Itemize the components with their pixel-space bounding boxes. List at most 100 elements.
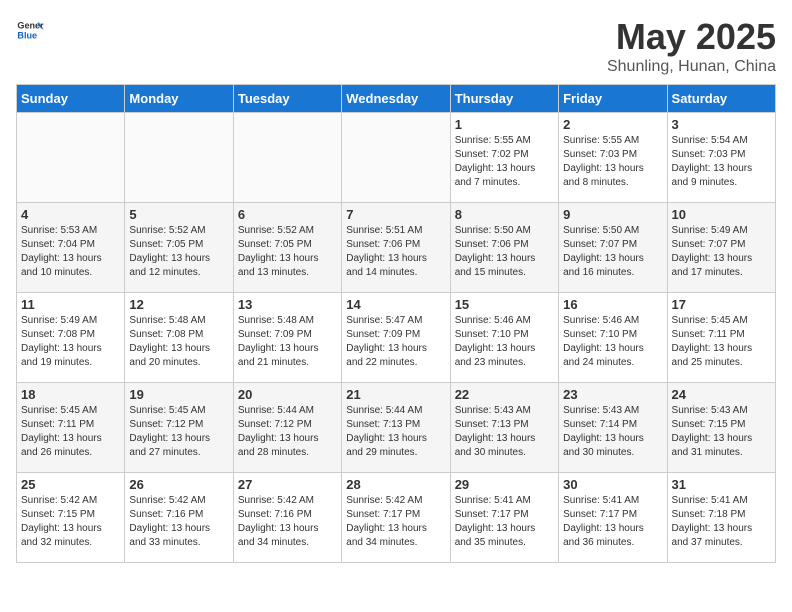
day-number: 5 [129, 207, 228, 222]
day-number: 4 [21, 207, 120, 222]
day-info: Sunrise: 5:50 AM Sunset: 7:06 PM Dayligh… [455, 224, 554, 280]
calendar-day-cell: 25 Sunrise: 5:42 AM Sunset: 7:15 PM Dayli… [17, 473, 125, 563]
calendar-day-cell [17, 113, 125, 203]
calendar-header: General Blue May 2025 Shunling, Hunan, C… [16, 16, 776, 76]
day-number: 25 [21, 477, 120, 492]
day-info: Sunrise: 5:41 AM Sunset: 7:17 PM Dayligh… [455, 494, 554, 550]
calendar-day-cell: 3 Sunrise: 5:54 AM Sunset: 7:03 PM Daylig… [667, 113, 775, 203]
day-number: 31 [672, 477, 771, 492]
calendar-day-cell: 8 Sunrise: 5:50 AM Sunset: 7:06 PM Daylig… [450, 203, 558, 293]
day-info: Sunrise: 5:42 AM Sunset: 7:15 PM Dayligh… [21, 494, 120, 550]
calendar-title: May 2025 [607, 16, 776, 58]
day-number: 13 [238, 297, 337, 312]
day-info: Sunrise: 5:44 AM Sunset: 7:13 PM Dayligh… [346, 404, 445, 460]
calendar-subtitle: Shunling, Hunan, China [607, 58, 776, 76]
calendar-day-cell: 6 Sunrise: 5:52 AM Sunset: 7:05 PM Daylig… [233, 203, 341, 293]
day-info: Sunrise: 5:55 AM Sunset: 7:02 PM Dayligh… [455, 134, 554, 190]
calendar-day-cell: 18 Sunrise: 5:45 AM Sunset: 7:11 PM Dayli… [17, 383, 125, 473]
day-info: Sunrise: 5:45 AM Sunset: 7:12 PM Dayligh… [129, 404, 228, 460]
logo: General Blue [16, 16, 44, 44]
day-info: Sunrise: 5:49 AM Sunset: 7:07 PM Dayligh… [672, 224, 771, 280]
day-of-week-header: Saturday [667, 85, 775, 113]
day-of-week-header: Wednesday [342, 85, 450, 113]
calendar-day-cell: 16 Sunrise: 5:46 AM Sunset: 7:10 PM Dayli… [559, 293, 667, 383]
day-number: 3 [672, 117, 771, 132]
day-info: Sunrise: 5:54 AM Sunset: 7:03 PM Dayligh… [672, 134, 771, 190]
day-info: Sunrise: 5:45 AM Sunset: 7:11 PM Dayligh… [21, 404, 120, 460]
calendar-day-cell: 11 Sunrise: 5:49 AM Sunset: 7:08 PM Dayli… [17, 293, 125, 383]
calendar-day-cell [233, 113, 341, 203]
day-number: 17 [672, 297, 771, 312]
day-number: 21 [346, 387, 445, 402]
day-info: Sunrise: 5:55 AM Sunset: 7:03 PM Dayligh… [563, 134, 662, 190]
day-of-week-header: Monday [125, 85, 233, 113]
calendar-day-cell [125, 113, 233, 203]
day-number: 11 [21, 297, 120, 312]
day-info: Sunrise: 5:45 AM Sunset: 7:11 PM Dayligh… [672, 314, 771, 370]
day-number: 1 [455, 117, 554, 132]
day-info: Sunrise: 5:52 AM Sunset: 7:05 PM Dayligh… [238, 224, 337, 280]
day-number: 6 [238, 207, 337, 222]
day-info: Sunrise: 5:53 AM Sunset: 7:04 PM Dayligh… [21, 224, 120, 280]
calendar-day-cell: 4 Sunrise: 5:53 AM Sunset: 7:04 PM Daylig… [17, 203, 125, 293]
day-info: Sunrise: 5:42 AM Sunset: 7:17 PM Dayligh… [346, 494, 445, 550]
calendar-day-cell: 17 Sunrise: 5:45 AM Sunset: 7:11 PM Dayli… [667, 293, 775, 383]
day-info: Sunrise: 5:46 AM Sunset: 7:10 PM Dayligh… [455, 314, 554, 370]
day-number: 12 [129, 297, 228, 312]
calendar-day-cell: 9 Sunrise: 5:50 AM Sunset: 7:07 PM Daylig… [559, 203, 667, 293]
day-number: 16 [563, 297, 662, 312]
day-info: Sunrise: 5:51 AM Sunset: 7:06 PM Dayligh… [346, 224, 445, 280]
day-info: Sunrise: 5:43 AM Sunset: 7:13 PM Dayligh… [455, 404, 554, 460]
day-of-week-header: Friday [559, 85, 667, 113]
day-number: 27 [238, 477, 337, 492]
day-number: 9 [563, 207, 662, 222]
day-number: 28 [346, 477, 445, 492]
day-number: 30 [563, 477, 662, 492]
day-number: 23 [563, 387, 662, 402]
calendar-day-cell: 20 Sunrise: 5:44 AM Sunset: 7:12 PM Dayli… [233, 383, 341, 473]
day-info: Sunrise: 5:48 AM Sunset: 7:09 PM Dayligh… [238, 314, 337, 370]
calendar-day-cell: 27Sunrise: 5:42 AM Sunset: 7:16 PM Dayli… [233, 473, 341, 563]
day-info: Sunrise: 5:43 AM Sunset: 7:14 PM Dayligh… [563, 404, 662, 460]
calendar-day-cell: 1 Sunrise: 5:55 AM Sunset: 7:02 PM Daylig… [450, 113, 558, 203]
day-number: 20 [238, 387, 337, 402]
calendar-day-cell: 13 Sunrise: 5:48 AM Sunset: 7:09 PM Dayli… [233, 293, 341, 383]
calendar-day-cell: 30Sunrise: 5:41 AM Sunset: 7:17 PM Dayli… [559, 473, 667, 563]
calendar-day-cell: 14Sunrise: 5:47 AM Sunset: 7:09 PM Dayli… [342, 293, 450, 383]
calendar-week-row: 18 Sunrise: 5:45 AM Sunset: 7:11 PM Dayli… [17, 383, 776, 473]
logo-icon: General Blue [16, 16, 44, 44]
calendar-day-cell [342, 113, 450, 203]
calendar-day-cell: 22 Sunrise: 5:43 AM Sunset: 7:13 PM Dayli… [450, 383, 558, 473]
calendar-day-cell: 15 Sunrise: 5:46 AM Sunset: 7:10 PM Dayli… [450, 293, 558, 383]
calendar-day-cell: 31Sunrise: 5:41 AM Sunset: 7:18 PM Dayli… [667, 473, 775, 563]
calendar-week-row: 4 Sunrise: 5:53 AM Sunset: 7:04 PM Daylig… [17, 203, 776, 293]
title-area: May 2025 Shunling, Hunan, China [607, 16, 776, 76]
day-number: 15 [455, 297, 554, 312]
day-number: 29 [455, 477, 554, 492]
day-number: 22 [455, 387, 554, 402]
calendar-day-cell: 23 Sunrise: 5:43 AM Sunset: 7:14 PM Dayli… [559, 383, 667, 473]
day-info: Sunrise: 5:50 AM Sunset: 7:07 PM Dayligh… [563, 224, 662, 280]
day-number: 8 [455, 207, 554, 222]
day-number: 26 [129, 477, 228, 492]
calendar-day-cell: 29 Sunrise: 5:41 AM Sunset: 7:17 PM Dayli… [450, 473, 558, 563]
calendar-week-row: 11 Sunrise: 5:49 AM Sunset: 7:08 PM Dayli… [17, 293, 776, 383]
day-number: 18 [21, 387, 120, 402]
calendar-day-cell: 12Sunrise: 5:48 AM Sunset: 7:08 PM Dayli… [125, 293, 233, 383]
calendar-day-cell: 10Sunrise: 5:49 AM Sunset: 7:07 PM Dayli… [667, 203, 775, 293]
calendar-week-row: 1 Sunrise: 5:55 AM Sunset: 7:02 PM Daylig… [17, 113, 776, 203]
day-of-week-header: Thursday [450, 85, 558, 113]
day-info: Sunrise: 5:42 AM Sunset: 7:16 PM Dayligh… [129, 494, 228, 550]
day-info: Sunrise: 5:43 AM Sunset: 7:15 PM Dayligh… [672, 404, 771, 460]
day-info: Sunrise: 5:47 AM Sunset: 7:09 PM Dayligh… [346, 314, 445, 370]
calendar-header-row: SundayMondayTuesdayWednesdayThursdayFrid… [17, 85, 776, 113]
day-info: Sunrise: 5:49 AM Sunset: 7:08 PM Dayligh… [21, 314, 120, 370]
calendar-day-cell: 5Sunrise: 5:52 AM Sunset: 7:05 PM Daylig… [125, 203, 233, 293]
calendar-day-cell: 21 Sunrise: 5:44 AM Sunset: 7:13 PM Dayli… [342, 383, 450, 473]
day-info: Sunrise: 5:44 AM Sunset: 7:12 PM Dayligh… [238, 404, 337, 460]
calendar-day-cell: 24 Sunrise: 5:43 AM Sunset: 7:15 PM Dayli… [667, 383, 775, 473]
day-number: 24 [672, 387, 771, 402]
calendar-day-cell: 19Sunrise: 5:45 AM Sunset: 7:12 PM Dayli… [125, 383, 233, 473]
calendar-day-cell: 26 Sunrise: 5:42 AM Sunset: 7:16 PM Dayli… [125, 473, 233, 563]
day-info: Sunrise: 5:46 AM Sunset: 7:10 PM Dayligh… [563, 314, 662, 370]
